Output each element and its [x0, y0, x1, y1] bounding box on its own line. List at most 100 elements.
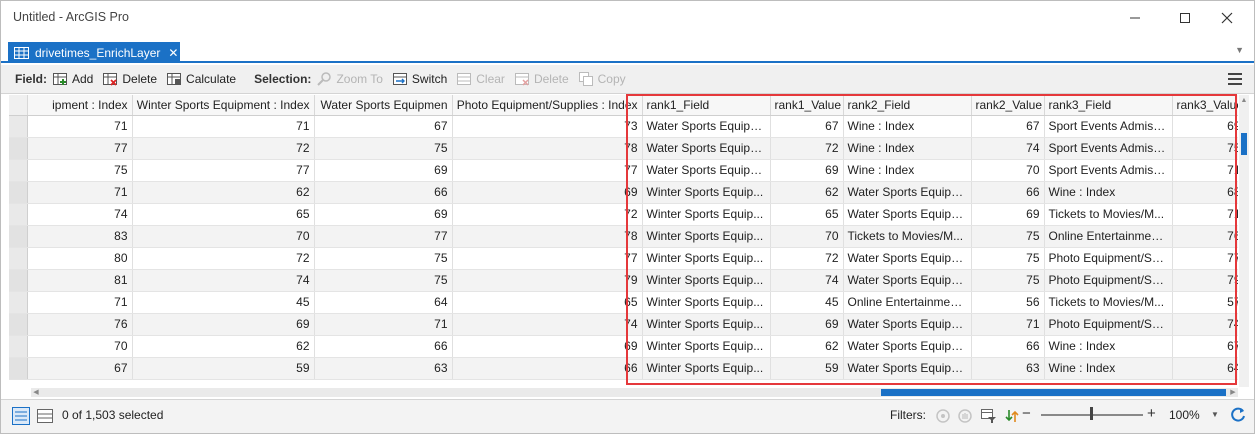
table-cell[interactable]: 74	[770, 269, 844, 292]
table-cell[interactable]: 69	[452, 335, 643, 358]
table-cell[interactable]: 57	[1172, 291, 1238, 314]
table-cell[interactable]: Water Sports Equipm...	[642, 137, 771, 160]
table-cell[interactable]: 63	[314, 357, 453, 380]
table-cell[interactable]: Wine : Index	[1044, 181, 1173, 204]
row-selector[interactable]	[9, 291, 28, 314]
table-cell[interactable]: 75	[27, 159, 133, 182]
column-header[interactable]: rank1_Field	[642, 95, 771, 116]
table-cell[interactable]: 80	[27, 247, 133, 270]
table-cell[interactable]: Wine : Index	[1044, 357, 1173, 380]
table-cell[interactable]: Water Sports Equipm...	[843, 357, 972, 380]
table-cell[interactable]: Tickets to Movies/M...	[1044, 203, 1173, 226]
table-cell[interactable]: Sport Events Admissi...	[1044, 137, 1173, 160]
close-window-button[interactable]	[1207, 5, 1247, 31]
column-header[interactable]: rank1_Value	[770, 95, 844, 116]
maximize-button[interactable]	[1165, 5, 1205, 31]
zoom-to-button[interactable]: Zoom To	[317, 72, 383, 86]
table-cell[interactable]: Winter Sports Equip...	[642, 335, 771, 358]
table-cell[interactable]: 70	[770, 225, 844, 248]
column-header[interactable]: Winter Sports Equipment : Index	[132, 95, 315, 116]
table-cell[interactable]: 72	[770, 137, 844, 160]
table-cell[interactable]: Tickets to Movies/M...	[843, 225, 972, 248]
row-selector[interactable]	[9, 203, 28, 226]
column-header[interactable]: rank2_Value	[971, 95, 1045, 116]
table-cell[interactable]: 45	[770, 291, 844, 314]
table-cell[interactable]: 68	[1172, 181, 1238, 204]
table-cell[interactable]: 56	[971, 291, 1045, 314]
table-cell[interactable]: Winter Sports Equip...	[642, 291, 771, 314]
table-cell[interactable]: Water Sports Equipm...	[642, 115, 771, 138]
table-row[interactable]: 80 72 75 77 Winter Sports Equip... 72 Water Sp…	[9, 247, 1238, 270]
table-cell[interactable]: Water Sports Equipm...	[843, 335, 972, 358]
table-cell[interactable]: Online Entertainmen...	[1044, 225, 1173, 248]
row-selector[interactable]	[9, 269, 28, 292]
table-row[interactable]: 71 62 66 69 Winter Sports Equip... 62 Water Sp…	[9, 181, 1238, 204]
table-cell[interactable]: 75	[971, 247, 1045, 270]
table-cell[interactable]: 74	[132, 269, 315, 292]
table-cell[interactable]: 72	[132, 247, 315, 270]
table-cell[interactable]: Winter Sports Equip...	[642, 269, 771, 292]
table-cell[interactable]: 74	[1172, 313, 1238, 336]
table-cell[interactable]: 76	[1172, 225, 1238, 248]
table-cell[interactable]: 73	[452, 115, 643, 138]
scroll-up-icon[interactable]: ▲	[1239, 97, 1249, 104]
table-cell[interactable]: 77	[132, 159, 315, 182]
table-cell[interactable]: 64	[1172, 357, 1238, 380]
table-cell[interactable]: 77	[452, 159, 643, 182]
table-cell[interactable]: 70	[132, 225, 315, 248]
table-cell[interactable]: Photo Equipment/Su...	[1044, 247, 1173, 270]
table-cell[interactable]: 65	[770, 203, 844, 226]
table-cell[interactable]: 69	[770, 159, 844, 182]
table-cell[interactable]: 71	[132, 115, 315, 138]
table-cell[interactable]: Water Sports Equipm...	[843, 247, 972, 270]
table-cell[interactable]: 63	[971, 357, 1045, 380]
table-cell[interactable]: Photo Equipment/Su...	[1044, 269, 1173, 292]
add-field-button[interactable]: Add	[53, 72, 93, 86]
table-cell[interactable]: Wine : Index	[843, 137, 972, 160]
row-selector[interactable]	[9, 137, 28, 160]
row-selector[interactable]	[9, 225, 28, 248]
table-cell[interactable]: 67	[971, 115, 1045, 138]
table-cell[interactable]: 66	[971, 335, 1045, 358]
table-cell[interactable]: 81	[27, 269, 133, 292]
tab-drivetimes-enrichlayer[interactable]: drivetimes_EnrichLayer ✕	[8, 42, 180, 63]
table-cell[interactable]: 67	[314, 115, 453, 138]
table-cell[interactable]: 62	[132, 335, 315, 358]
table-cell[interactable]: Water Sports Equipm...	[843, 181, 972, 204]
column-header[interactable]: Photo Equipment/Supplies : Index	[452, 95, 643, 116]
table-cell[interactable]: 75	[314, 247, 453, 270]
table-cell[interactable]: 66	[314, 335, 453, 358]
zoom-out-button[interactable]: −	[1022, 405, 1031, 422]
table-cell[interactable]: 69	[132, 313, 315, 336]
table-cell[interactable]: Winter Sports Equip...	[642, 313, 771, 336]
table-cell[interactable]: 62	[132, 181, 315, 204]
row-selector[interactable]	[9, 313, 28, 336]
filter-by-definition-icon[interactable]	[981, 408, 997, 424]
row-selector[interactable]	[9, 357, 28, 380]
table-cell[interactable]: Photo Equipment/Su...	[1044, 313, 1173, 336]
table-cell[interactable]: 66	[314, 181, 453, 204]
row-header-corner[interactable]	[9, 95, 28, 116]
clear-selection-button[interactable]: Clear	[457, 72, 505, 86]
scroll-right-icon[interactable]: ▶	[1228, 388, 1238, 397]
table-cell[interactable]: 75	[971, 269, 1045, 292]
table-cell[interactable]: 79	[1172, 269, 1238, 292]
tab-close-icon[interactable]: ✕	[168, 46, 178, 60]
table-cell[interactable]: Water Sports Equipm...	[843, 269, 972, 292]
row-selector[interactable]	[9, 247, 28, 270]
refresh-icon[interactable]	[1229, 406, 1247, 424]
table-cell[interactable]: 69	[971, 203, 1045, 226]
minimize-button[interactable]	[1115, 5, 1155, 31]
table-row[interactable]: 71 71 67 73 Water Sports Equipm... 67 Wine : I…	[9, 115, 1238, 138]
table-cell[interactable]: 71	[1172, 159, 1238, 182]
table-cell[interactable]: 69	[1172, 115, 1238, 138]
table-cell[interactable]: Water Sports Equipm...	[843, 203, 972, 226]
column-header[interactable]: rank2_Field	[843, 95, 972, 116]
table-cell[interactable]: Wine : Index	[843, 115, 972, 138]
table-row[interactable]: 76 69 71 74 Winter Sports Equip... 69 Water Sp…	[9, 313, 1238, 336]
table-cell[interactable]: 72	[452, 203, 643, 226]
table-cell[interactable]: 69	[770, 313, 844, 336]
vertical-scrollbar[interactable]: ▲	[1239, 95, 1249, 387]
table-cell[interactable]: 70	[971, 159, 1045, 182]
show-selected-records-icon[interactable]	[37, 409, 53, 423]
